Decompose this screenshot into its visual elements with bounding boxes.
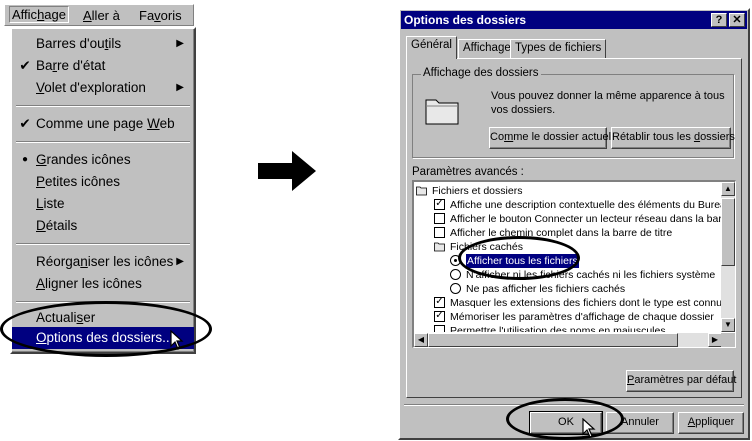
submenu-arrow-icon: ▶ bbox=[176, 38, 184, 49]
menu-item-details[interactable]: Détails bbox=[12, 215, 194, 237]
group-label: Affichage des dossiers bbox=[421, 67, 541, 79]
menu-item-options-dossiers[interactable]: Options des dossiers... bbox=[12, 327, 194, 349]
checkbox-checked[interactable]: ✓ bbox=[434, 297, 445, 308]
reset-folders-button[interactable]: Rétablir tous les dossiers bbox=[611, 127, 735, 149]
submenu-arrow-icon: ▶ bbox=[176, 82, 184, 93]
tab-general[interactable]: Général bbox=[406, 36, 457, 59]
scroll-up-icon[interactable]: ▲ bbox=[721, 182, 735, 196]
checkmark-icon: ✔ bbox=[19, 58, 31, 73]
radio-button[interactable] bbox=[450, 283, 461, 294]
menu-item-page-web[interactable]: ✔ Comme une page Web bbox=[12, 113, 194, 135]
menu-item-grandes-icones[interactable]: ● Grandes icônes bbox=[12, 149, 194, 171]
tree-content: Fichiers et dossiers ✓ Affiche une descr… bbox=[414, 182, 722, 332]
scroll-right-icon[interactable]: ▶ bbox=[708, 333, 722, 347]
help-button[interactable]: ? bbox=[711, 13, 727, 27]
button-separator bbox=[404, 404, 744, 406]
menu-separator bbox=[16, 141, 190, 143]
folder-options-dialog: Options des dossiers ? ✕ Général Afficha… bbox=[398, 8, 750, 440]
radio-button-selected[interactable] bbox=[450, 255, 461, 266]
view-menu: Barres d'outils ▶ ✔ Barre d'état Volet d… bbox=[10, 27, 196, 354]
menu-item-liste[interactable]: Liste bbox=[12, 193, 194, 215]
menu-item-barres-outils[interactable]: Barres d'outils ▶ bbox=[12, 33, 194, 55]
tab-affichage[interactable]: Affichage bbox=[458, 39, 516, 58]
tab-types-fichiers[interactable]: Types de fichiers bbox=[510, 39, 607, 58]
scroll-left-icon[interactable]: ◀ bbox=[414, 333, 428, 347]
checkbox[interactable] bbox=[434, 227, 445, 238]
checkbox-checked[interactable]: ✓ bbox=[434, 311, 445, 322]
checkbox-checked[interactable]: ✓ bbox=[434, 199, 445, 210]
menubar-item-favoris[interactable]: Favoris bbox=[139, 8, 182, 23]
checkmark-icon: ✔ bbox=[19, 116, 31, 131]
vertical-scrollbar[interactable]: ▲ ▼ bbox=[721, 182, 735, 332]
apply-button[interactable]: Appliquer bbox=[678, 412, 744, 434]
submenu-arrow-icon: ▶ bbox=[176, 256, 184, 267]
menu-item-volet-exploration[interactable]: Volet d'exploration ▶ bbox=[12, 77, 194, 99]
restore-defaults-button[interactable]: Paramètres par défaut bbox=[626, 370, 736, 392]
dialog-titlebar[interactable]: Options des dossiers ? ✕ bbox=[401, 11, 747, 29]
checkbox[interactable] bbox=[434, 325, 445, 332]
menu-separator bbox=[16, 105, 190, 107]
folder-icon bbox=[425, 99, 459, 125]
group-description: Vous pouvez donner la même apparence à t… bbox=[491, 90, 725, 116]
checkbox[interactable] bbox=[434, 213, 445, 224]
current-folder-button[interactable]: Comme le dossier actuel bbox=[489, 127, 611, 149]
menu-item-petites-icones[interactable]: Petites icônes bbox=[12, 171, 194, 193]
scroll-thumb[interactable] bbox=[721, 198, 735, 266]
scroll-down-icon[interactable]: ▼ bbox=[721, 318, 735, 332]
folder-view-group: Affichage des dossiers Vous pouvez donne… bbox=[412, 67, 735, 158]
folder-icon bbox=[434, 242, 445, 252]
right-arrow-icon bbox=[258, 151, 316, 191]
cancel-button[interactable]: Annuler bbox=[606, 412, 674, 434]
pointer-cursor-icon bbox=[170, 330, 184, 350]
menu-separator bbox=[16, 243, 190, 245]
pointer-cursor-icon bbox=[582, 418, 596, 438]
menu-item-aligner-icones[interactable]: Aligner les icônes bbox=[12, 273, 194, 295]
advanced-settings-tree[interactable]: Fichiers et dossiers ✓ Affiche une descr… bbox=[412, 180, 736, 348]
folder-icon bbox=[416, 186, 427, 196]
close-button[interactable]: ✕ bbox=[729, 13, 745, 27]
menubar: Affichage Aller à Favoris bbox=[4, 4, 194, 26]
radio-button[interactable] bbox=[450, 269, 461, 280]
scroll-corner bbox=[721, 333, 735, 347]
menubar-item-affichage[interactable]: Affichage bbox=[9, 6, 69, 23]
scroll-thumb[interactable] bbox=[428, 333, 678, 347]
menubar-item-aller-a[interactable]: Aller à bbox=[83, 8, 120, 23]
menu-item-barre-etat[interactable]: ✔ Barre d'état bbox=[12, 55, 194, 77]
menu-item-actualiser[interactable]: Actualiser bbox=[12, 307, 194, 329]
menu-item-reorganiser-icones[interactable]: Réorganiser les icônes ▶ bbox=[12, 251, 194, 273]
radio-bullet-icon: ● bbox=[21, 154, 29, 165]
dialog-title: Options des dossiers bbox=[404, 13, 527, 27]
horizontal-scrollbar[interactable]: ◀ ▶ bbox=[414, 333, 722, 347]
advanced-settings-label: Paramètres avancés : bbox=[412, 166, 524, 178]
menu-separator bbox=[16, 301, 190, 303]
